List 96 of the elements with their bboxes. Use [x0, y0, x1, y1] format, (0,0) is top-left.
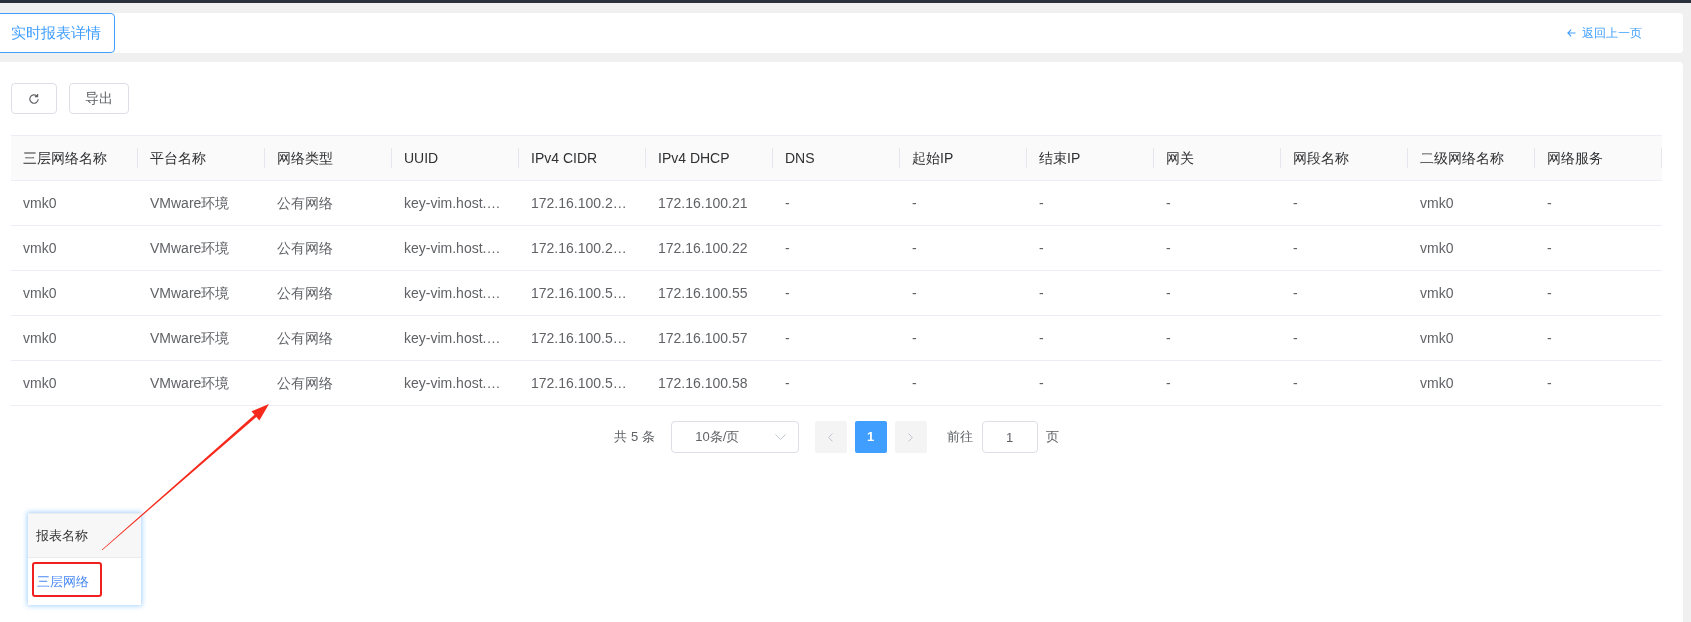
table-cell: - [773, 180, 900, 226]
table-cell: key-vim.host.… [392, 225, 519, 271]
table-cell: - [900, 180, 1027, 226]
table-cell: 172.16.100.2… [519, 180, 646, 226]
chevron-right-icon [908, 432, 914, 442]
table-cell: - [1154, 315, 1281, 361]
table-cell: 公有网络 [265, 315, 392, 361]
table-cell: - [1154, 360, 1281, 406]
inset-column-header: 报表名称 [28, 513, 141, 558]
table-cell: - [773, 225, 900, 271]
goto-page-field[interactable]: 1 [981, 421, 1038, 453]
table-cell: - [1027, 225, 1154, 271]
column-header: IPv4 CIDR [519, 135, 646, 181]
table-cell: 172.16.100.2… [519, 225, 646, 271]
column-header: 三层网络名称 [11, 135, 138, 181]
table-cell: key-vim.host.… [392, 315, 519, 361]
table-cell: vmk0 [1408, 270, 1535, 316]
goto-label: 前往 [946, 428, 973, 447]
table-cell: - [1281, 315, 1408, 361]
refresh-icon [28, 92, 40, 105]
table-cell: - [900, 225, 1027, 271]
column-header: 网段名称 [1281, 135, 1408, 181]
table-cell: VMware环境 [138, 270, 265, 316]
table-cell: - [1281, 180, 1408, 226]
table-cell: - [773, 360, 900, 406]
table-cell: - [1027, 315, 1154, 361]
column-header: 结束IP [1027, 135, 1154, 181]
table-cell: vmk0 [11, 315, 138, 361]
table-cell: vmk0 [1408, 360, 1535, 406]
column-header: 网络服务 [1535, 135, 1662, 181]
total-count: 共 5 条 [614, 428, 655, 447]
table-cell: - [1027, 360, 1154, 406]
report-tab[interactable]: 实时报表详情 [0, 13, 115, 53]
table-cell: key-vim.host.… [392, 180, 519, 226]
table-cell: - [1154, 225, 1281, 271]
table-cell: 公有网络 [265, 360, 392, 406]
table-cell: vmk0 [11, 360, 138, 406]
table-cell: 172.16.100.22 [646, 225, 773, 271]
page-number-button[interactable]: 1 [854, 421, 887, 453]
table-cell: - [1281, 270, 1408, 316]
table-cell: - [1535, 180, 1662, 226]
column-header: 起始IP [900, 135, 1027, 181]
chevron-left-icon [828, 432, 834, 442]
table-cell: - [1535, 225, 1662, 271]
table-cell: - [1154, 180, 1281, 226]
column-header: 平台名称 [138, 135, 265, 181]
table-cell: 172.16.100.55 [646, 270, 773, 316]
column-header: IPv4 DHCP [646, 135, 773, 181]
table-cell: VMware环境 [138, 360, 265, 406]
table-cell: VMware环境 [138, 315, 265, 361]
table-cell: VMware环境 [138, 225, 265, 271]
table-cell: - [1027, 270, 1154, 316]
table-cell: 172.16.100.5… [519, 315, 646, 361]
table-cell: - [773, 315, 900, 361]
table-cell: vmk0 [11, 180, 138, 226]
table-cell: - [1535, 360, 1662, 406]
table-cell: 公有网络 [265, 180, 392, 226]
table-cell: - [773, 270, 900, 316]
table-cell: - [1027, 180, 1154, 226]
table-cell: key-vim.host.… [392, 360, 519, 406]
table-cell: 172.16.100.5… [519, 360, 646, 406]
table-cell: VMware环境 [138, 180, 265, 226]
page-suffix: 页 [1045, 428, 1059, 447]
table-cell: vmk0 [11, 270, 138, 316]
back-link[interactable]: 返回上一页 [1567, 24, 1642, 42]
table-cell: - [1281, 360, 1408, 406]
table-cell: - [900, 270, 1027, 316]
column-header: 网关 [1154, 135, 1281, 181]
table-cell: 公有网络 [265, 225, 392, 271]
column-header: UUID [392, 135, 519, 181]
table-cell: vmk0 [11, 225, 138, 271]
column-header: 网络类型 [265, 135, 392, 181]
column-header: 二级网络名称 [1408, 135, 1535, 181]
chevron-down-icon [774, 434, 786, 440]
refresh-button[interactable] [11, 83, 57, 114]
column-header: DNS [773, 135, 900, 181]
table-cell: - [1154, 270, 1281, 316]
table-cell: - [900, 315, 1027, 361]
table-cell: vmk0 [1408, 315, 1535, 361]
export-button[interactable]: 导出 [69, 83, 129, 114]
table-cell: 172.16.100.57 [646, 315, 773, 361]
highlight-frame [32, 562, 102, 597]
table-cell: 公有网络 [265, 270, 392, 316]
table-cell: - [1535, 315, 1662, 361]
table-cell: 172.16.100.58 [646, 360, 773, 406]
table-cell: vmk0 [1408, 225, 1535, 271]
table-cell: - [900, 360, 1027, 406]
table-cell: 172.16.100.21 [646, 180, 773, 226]
table-cell: - [1535, 270, 1662, 316]
table-cell: key-vim.host.… [392, 270, 519, 316]
table-cell: 172.16.100.5… [519, 270, 646, 316]
page-size-select[interactable]: 10条/页 [670, 421, 799, 453]
table-cell: vmk0 [1408, 180, 1535, 226]
arrow-left-icon [1567, 29, 1576, 37]
table-cell: - [1281, 225, 1408, 271]
report-name-link[interactable]: 三层网络 [37, 575, 89, 588]
